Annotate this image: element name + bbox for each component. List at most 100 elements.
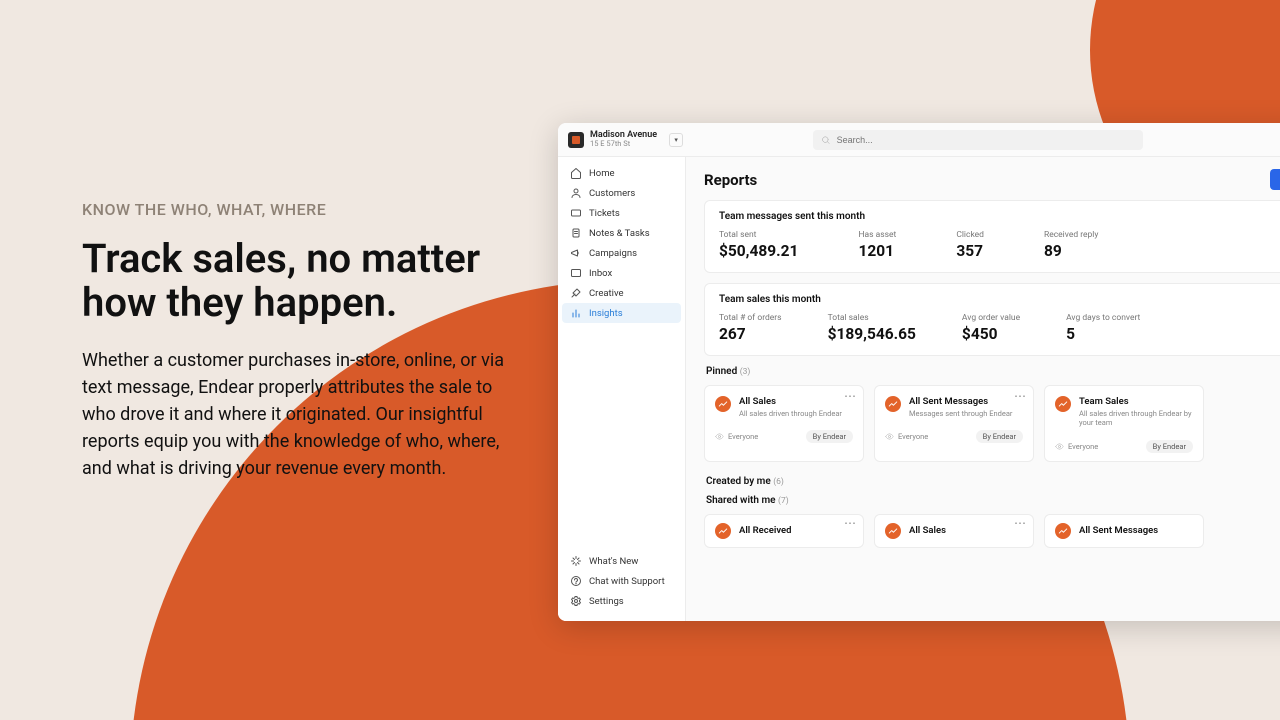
more-icon[interactable]: ⋯ [844, 390, 857, 402]
sidebar-item-campaigns[interactable]: Campaigns [562, 243, 681, 263]
stat-label: Received reply [1044, 230, 1098, 240]
tenant-logo-icon [568, 132, 584, 148]
report-card-desc: All sales driven through Endear [739, 409, 842, 418]
stat-label: Total # of orders [719, 313, 782, 323]
more-icon[interactable]: ⋯ [844, 517, 857, 529]
stat: Total sent $50,489.21 [719, 230, 798, 260]
report-card-name: All Sales [909, 525, 946, 536]
inbox-icon [570, 267, 582, 279]
report-badge-icon [715, 523, 731, 539]
section-count: (6) [773, 477, 784, 487]
stat-label: Total sent [719, 230, 798, 240]
report-card-name: All Sales [739, 396, 842, 407]
report-card-desc: Messages sent through Endear [909, 409, 1012, 418]
stat-value: 89 [1044, 242, 1098, 260]
sidebar-item-inbox[interactable]: Inbox [562, 263, 681, 283]
eye-icon [885, 432, 894, 441]
report-badge-icon [1055, 523, 1071, 539]
sidebar: Home Customers Tickets Notes & Tasks Cam… [558, 157, 686, 621]
tenant-address: 15 E 57th St [590, 140, 657, 148]
sidebar-item-customers[interactable]: Customers [562, 183, 681, 203]
shared-cards: ⋯ All Received ⋯ All Sales All Sent Mess… [704, 514, 1280, 548]
search-input[interactable] [837, 135, 1136, 145]
report-scope: Everyone [715, 432, 758, 441]
report-chip: By Endear [806, 430, 853, 443]
section-shared-title: Shared with me (7) [706, 495, 1280, 506]
report-badge-icon [885, 523, 901, 539]
user-icon [570, 187, 582, 199]
sidebar-item-support[interactable]: Chat with Support [562, 571, 681, 591]
stat-value: $189,546.65 [828, 325, 916, 343]
panel-team-sales: Team sales this month View Total # of or… [704, 283, 1280, 356]
sidebar-item-label: Creative [589, 288, 624, 299]
chevron-down-icon[interactable]: ▾ [669, 133, 683, 147]
stat: Total sales $189,546.65 [828, 313, 916, 343]
sidebar-item-whats-new[interactable]: What's New [562, 551, 681, 571]
stat-label: Has asset [858, 230, 896, 240]
app-window: Madison Avenue 15 E 57th St ▾ Home Custo… [558, 123, 1280, 621]
section-label: Pinned [706, 366, 737, 377]
report-card[interactable]: ⋯ All Sent Messages Messages sent throug… [874, 385, 1034, 462]
search-field[interactable] [813, 130, 1143, 150]
report-chip: By Endear [976, 430, 1023, 443]
sidebar-item-label: Home [589, 168, 615, 179]
report-card[interactable]: ⋯ All Received [704, 514, 864, 548]
report-badge-icon [715, 396, 731, 412]
stat-label: Avg order value [962, 313, 1020, 323]
report-card[interactable]: ⋯ All Sales All sales driven through End… [704, 385, 864, 462]
sidebar-item-home[interactable]: Home [562, 163, 681, 183]
section-created-title: Created by me (6) [706, 476, 1280, 487]
marketing-body: Whether a customer purchases in-store, o… [82, 347, 512, 482]
report-card[interactable]: ⋯ All Sales [874, 514, 1034, 548]
sidebar-item-label: Notes & Tasks [589, 228, 650, 239]
bar-chart-icon [570, 307, 582, 319]
report-card-name: All Sent Messages [909, 396, 1012, 407]
report-card-name: Team Sales [1079, 396, 1193, 407]
sidebar-item-label: Chat with Support [589, 576, 665, 587]
sidebar-item-label: Inbox [589, 268, 612, 279]
stat-value: 267 [719, 325, 782, 343]
report-badge-icon [885, 396, 901, 412]
topbar: Madison Avenue 15 E 57th St ▾ [558, 123, 1280, 157]
sidebar-item-creative[interactable]: Creative [562, 283, 681, 303]
stat: Has asset 1201 [858, 230, 896, 260]
report-card-desc: All sales driven through Endear by your … [1079, 409, 1193, 428]
marketing-copy: KNOW THE WHO, WHAT, WHERE Track sales, n… [82, 200, 512, 482]
stat: Avg order value $450 [962, 313, 1020, 343]
more-icon[interactable]: ⋯ [1014, 517, 1027, 529]
create-button[interactable]: Create [1270, 169, 1280, 190]
eye-icon [715, 432, 724, 441]
report-card[interactable]: Team Sales All sales driven through Ende… [1044, 385, 1204, 462]
sidebar-item-tickets[interactable]: Tickets [562, 203, 681, 223]
report-card-name: All Received [739, 525, 791, 536]
sidebar-item-settings[interactable]: Settings [562, 591, 681, 611]
section-label: Created by me [706, 476, 771, 487]
sidebar-item-label: Customers [589, 188, 635, 199]
stat-label: Total sales [828, 313, 916, 323]
tenant-switcher[interactable]: Madison Avenue 15 E 57th St ▾ [568, 131, 683, 148]
stat-value: $50,489.21 [719, 242, 798, 260]
section-count: (3) [740, 367, 751, 377]
sidebar-item-label: Campaigns [589, 248, 637, 259]
clipboard-icon [570, 227, 582, 239]
stat-label: Avg days to convert [1066, 313, 1140, 323]
sidebar-item-insights[interactable]: Insights [562, 303, 681, 323]
report-chip: By Endear [1146, 440, 1193, 453]
report-badge-icon [1055, 396, 1071, 412]
marketing-eyebrow: KNOW THE WHO, WHAT, WHERE [82, 200, 512, 219]
sidebar-item-notes[interactable]: Notes & Tasks [562, 223, 681, 243]
stat-value: 1201 [858, 242, 896, 260]
sidebar-item-label: Settings [589, 596, 624, 607]
stat-label: Clicked [956, 230, 984, 240]
megaphone-icon [570, 247, 582, 259]
eye-icon [1055, 442, 1064, 451]
section-count: (7) [778, 496, 789, 506]
page-title: Reports [704, 171, 757, 189]
report-card[interactable]: All Sent Messages [1044, 514, 1204, 548]
stat-value: $450 [962, 325, 1020, 343]
section-label: Shared with me [706, 495, 776, 506]
stat: Clicked357 [956, 230, 984, 260]
panel-title: Team sales this month [719, 294, 821, 305]
more-icon[interactable]: ⋯ [1014, 390, 1027, 402]
home-icon [570, 167, 582, 179]
